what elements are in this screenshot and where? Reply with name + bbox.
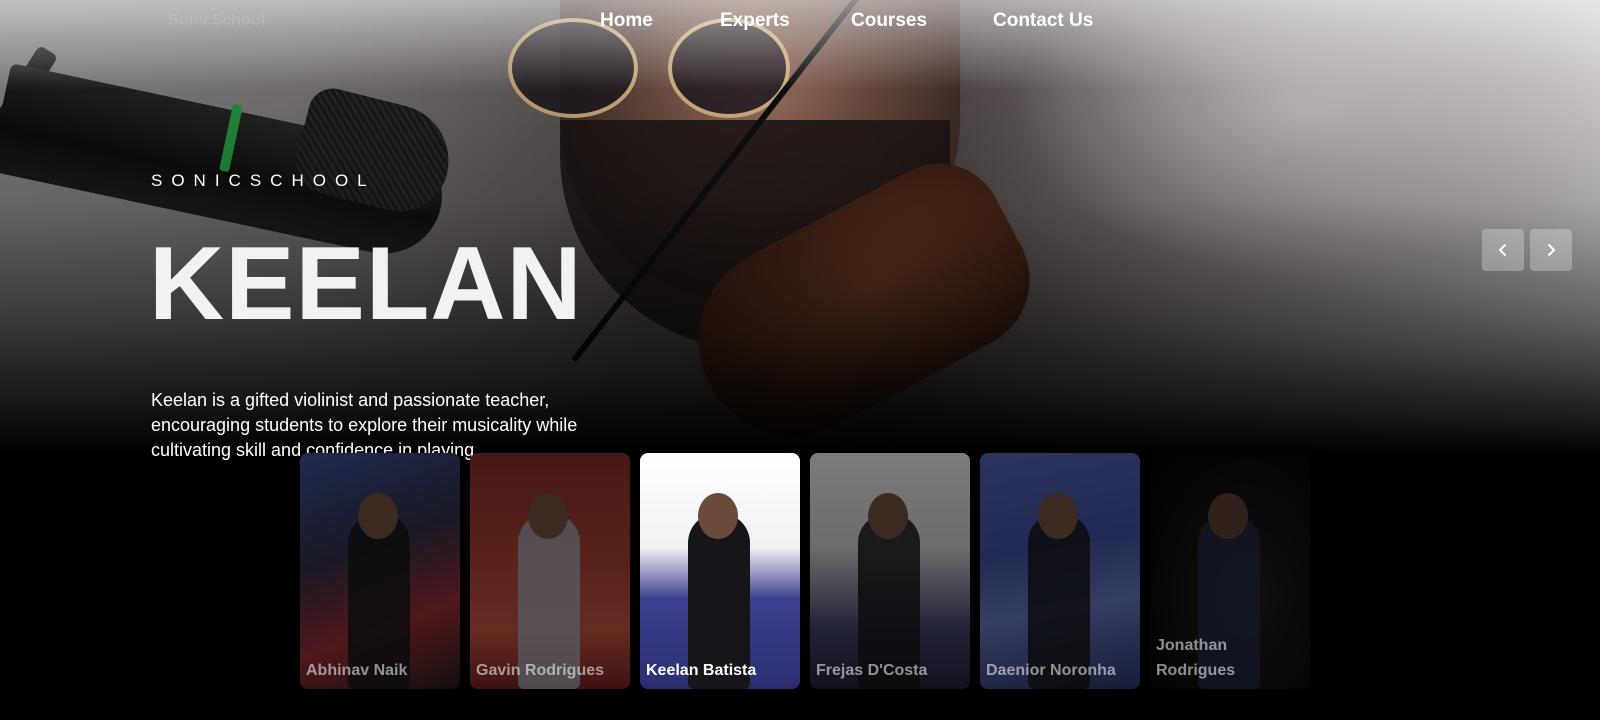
nav-experts-link[interactable]: Experts bbox=[720, 10, 790, 32]
card-dim-overlay bbox=[810, 453, 970, 689]
expert-card-gavin[interactable]: Gavin Rodrigues bbox=[470, 453, 630, 689]
school-name: SONICSCHOOL bbox=[151, 171, 376, 190]
expert-carousel: Abhinav Naik Gavin Rodrigues Keelan Bati… bbox=[300, 453, 1314, 689]
prev-button[interactable] bbox=[1482, 229, 1524, 271]
card-dim-overlay bbox=[300, 453, 460, 689]
expert-card-daenior[interactable]: Daenior Noronha bbox=[980, 453, 1140, 689]
card-dim-overlay bbox=[980, 453, 1140, 689]
expert-card-name: Daenior Noronha bbox=[986, 662, 1116, 679]
expert-card-jonathan[interactable]: Jonathan Rodrigues bbox=[1150, 453, 1310, 689]
main-nav: Home Experts Courses Contact Us bbox=[0, 10, 1600, 36]
nav-contact-link[interactable]: Contact Us bbox=[993, 10, 1093, 32]
expert-description: Keelan is a gifted violinist and passion… bbox=[151, 390, 578, 460]
card-dim-overlay bbox=[470, 453, 630, 689]
nav-courses-link[interactable]: Courses bbox=[851, 10, 927, 32]
expert-card-keelan[interactable]: Keelan Batista bbox=[640, 453, 800, 689]
expert-name-title: KEELAN bbox=[149, 226, 583, 342]
chevron-right-icon bbox=[1547, 243, 1556, 257]
expert-head bbox=[698, 493, 738, 539]
chevron-left-icon bbox=[1498, 243, 1507, 257]
expert-card-name: Frejas D'Costa bbox=[816, 662, 928, 679]
next-button[interactable] bbox=[1530, 229, 1572, 271]
expert-card-name: Jonathan Rodrigues bbox=[1156, 637, 1236, 679]
expert-card-frejas[interactable]: Frejas D'Costa bbox=[810, 453, 970, 689]
expert-card-name: Keelan Batista bbox=[646, 662, 757, 679]
expert-card-name: Abhinav Naik bbox=[306, 662, 408, 679]
expert-card-abhinav[interactable]: Abhinav Naik bbox=[300, 453, 460, 689]
nav-home-link[interactable]: Home bbox=[600, 10, 653, 32]
expert-card-name: Gavin Rodrigues bbox=[476, 662, 605, 679]
